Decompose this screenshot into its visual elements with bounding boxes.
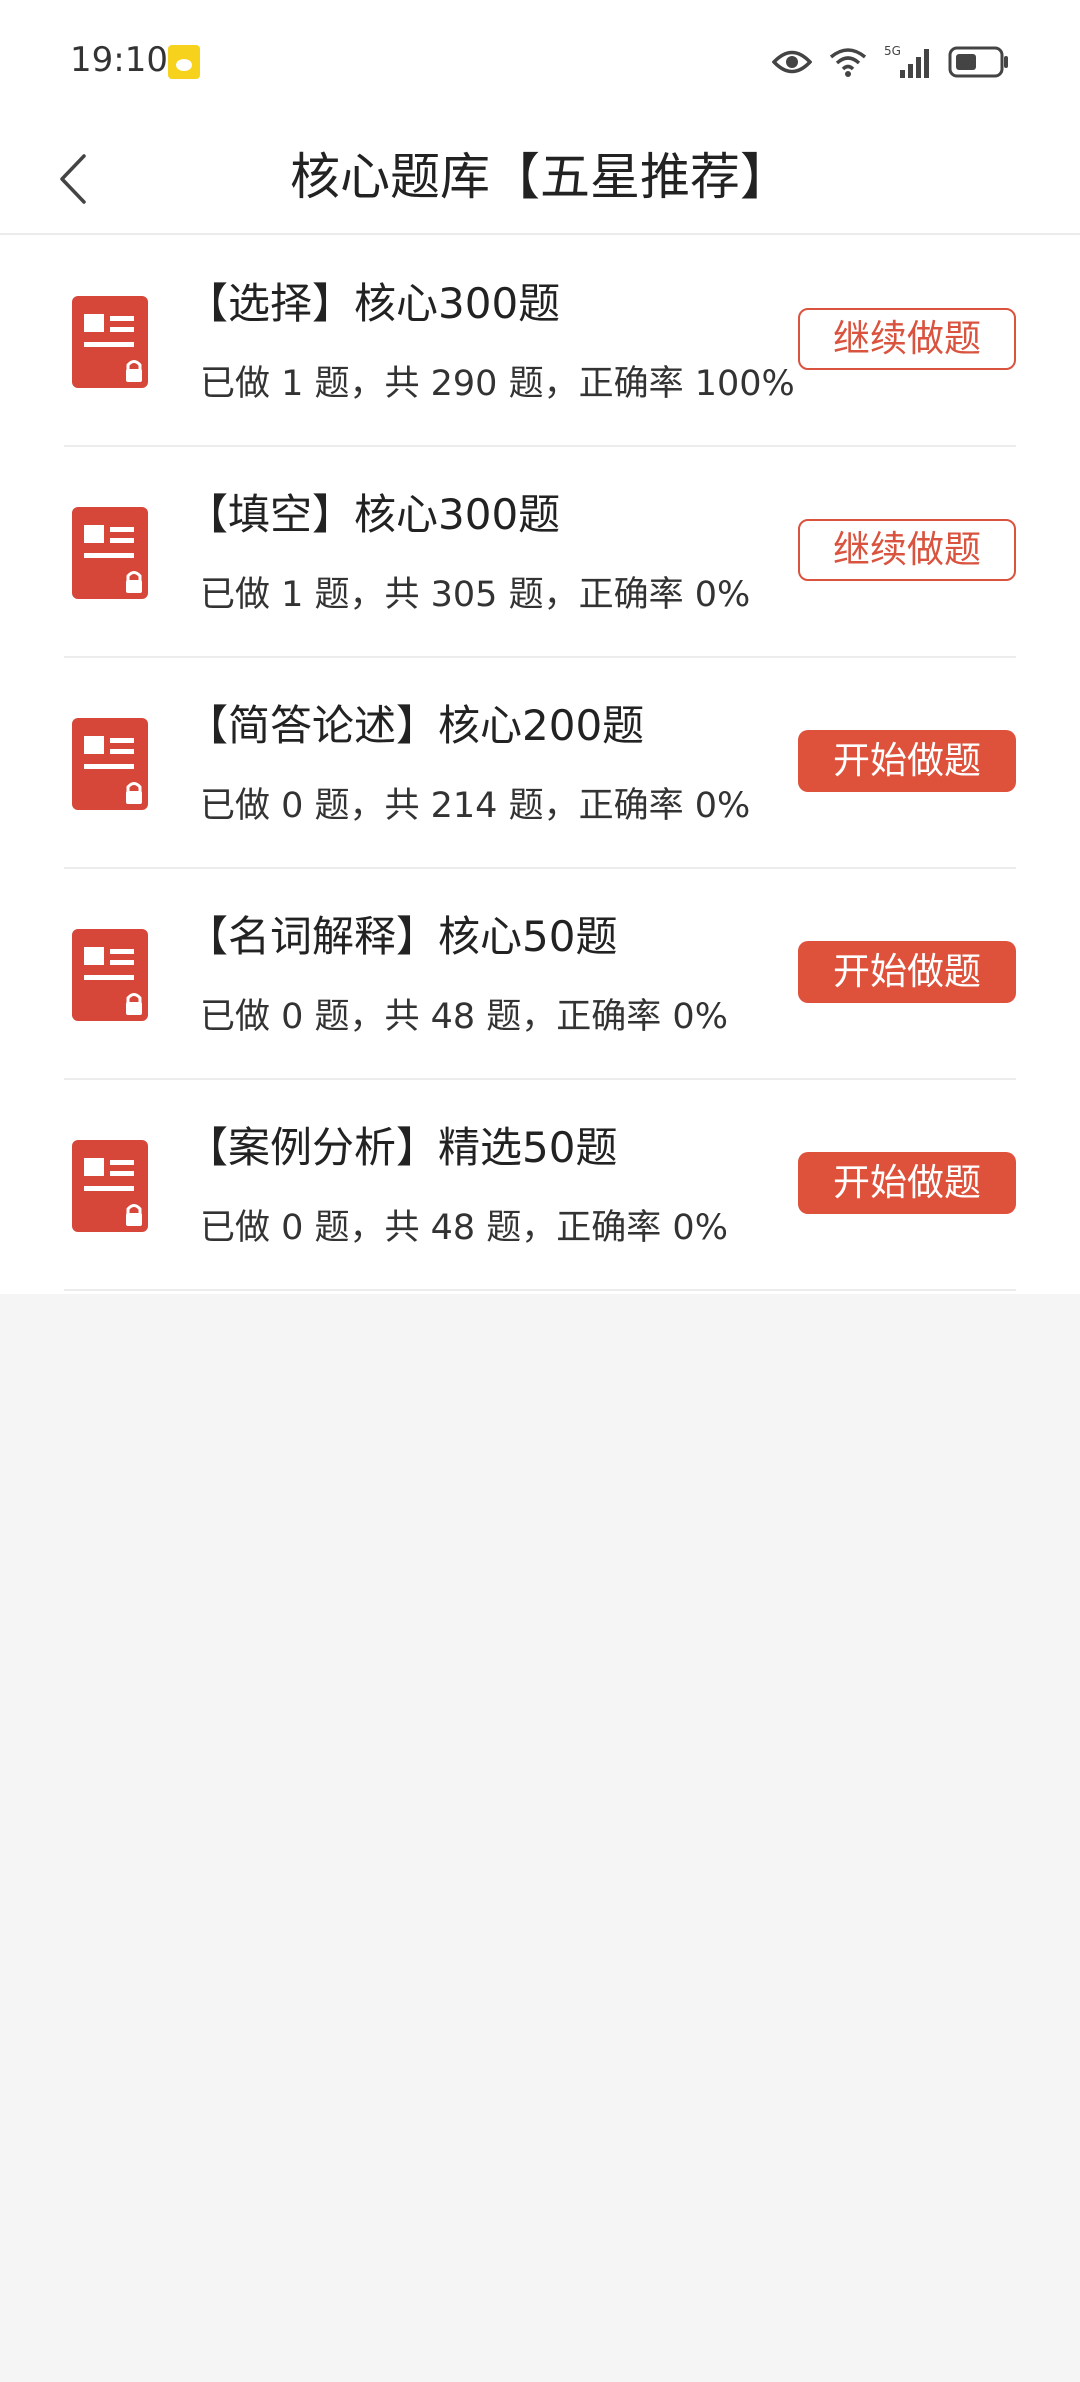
question-bank-list: 【选择】核心300题 已做 1 题，共 290 题，正确率 100% 继续做题 … [0, 236, 1080, 1291]
item-title: 【简答论述】核心200题 [186, 701, 645, 750]
continue-practice-button[interactable]: 继续做题 [798, 519, 1016, 581]
list-item[interactable]: 【名词解释】核心50题 已做 0 题，共 48 题，正确率 0% 开始做题 [0, 869, 1080, 1080]
header: 核心题库【五星推荐】 [0, 126, 1080, 234]
list-item[interactable]: 【填空】核心300题 已做 1 题，共 305 题，正确率 0% 继续做题 [0, 447, 1080, 658]
continue-practice-button[interactable]: 继续做题 [798, 308, 1016, 370]
eye-icon [772, 49, 812, 75]
item-stats: 已做 1 题，共 290 题，正确率 100% [200, 364, 795, 404]
start-practice-button[interactable]: 开始做题 [798, 730, 1016, 792]
item-stats: 已做 0 题，共 48 题，正确率 0% [200, 1208, 728, 1248]
item-stats: 已做 0 题，共 48 题，正确率 0% [200, 997, 728, 1037]
locked-document-icon [72, 718, 148, 810]
app-notification-icon [168, 45, 200, 79]
header-divider [0, 233, 1080, 235]
wifi-icon [828, 45, 868, 79]
item-stats: 已做 1 题，共 305 题，正确率 0% [200, 575, 751, 615]
battery-icon [948, 46, 1010, 78]
item-title: 【案例分析】精选50题 [186, 1123, 618, 1172]
item-title: 【填空】核心300题 [186, 490, 561, 539]
start-practice-button[interactable]: 开始做题 [798, 941, 1016, 1003]
list-item[interactable]: 【选择】核心300题 已做 1 题，共 290 题，正确率 100% 继续做题 [0, 236, 1080, 447]
status-time: 19:10 [70, 40, 168, 80]
locked-document-icon [72, 1140, 148, 1232]
page-title: 核心题库【五星推荐】 [290, 148, 790, 206]
locked-document-icon [72, 296, 148, 388]
list-item[interactable]: 【简答论述】核心200题 已做 0 题，共 214 题，正确率 0% 开始做题 [0, 658, 1080, 869]
locked-document-icon [72, 507, 148, 599]
item-stats: 已做 0 题，共 214 题，正确率 0% [200, 786, 751, 826]
signal-5g-icon: 5G [884, 44, 932, 80]
item-title: 【名词解释】核心50题 [186, 912, 618, 961]
item-title: 【选择】核心300题 [186, 279, 561, 328]
status-icons: 5G [772, 42, 1010, 82]
locked-document-icon [72, 929, 148, 1021]
start-practice-button[interactable]: 开始做题 [798, 1152, 1016, 1214]
item-divider [64, 1289, 1016, 1291]
status-bar: 19:10 5G [0, 0, 1080, 126]
list-item[interactable]: 【案例分析】精选50题 已做 0 题，共 48 题，正确率 0% 开始做题 [0, 1080, 1080, 1291]
network-label: 5G [884, 44, 901, 58]
app-screen: 19:10 5G 核心题库【五星推荐】 【选择】核心300题 已做 1 题，共 … [0, 0, 1080, 2382]
